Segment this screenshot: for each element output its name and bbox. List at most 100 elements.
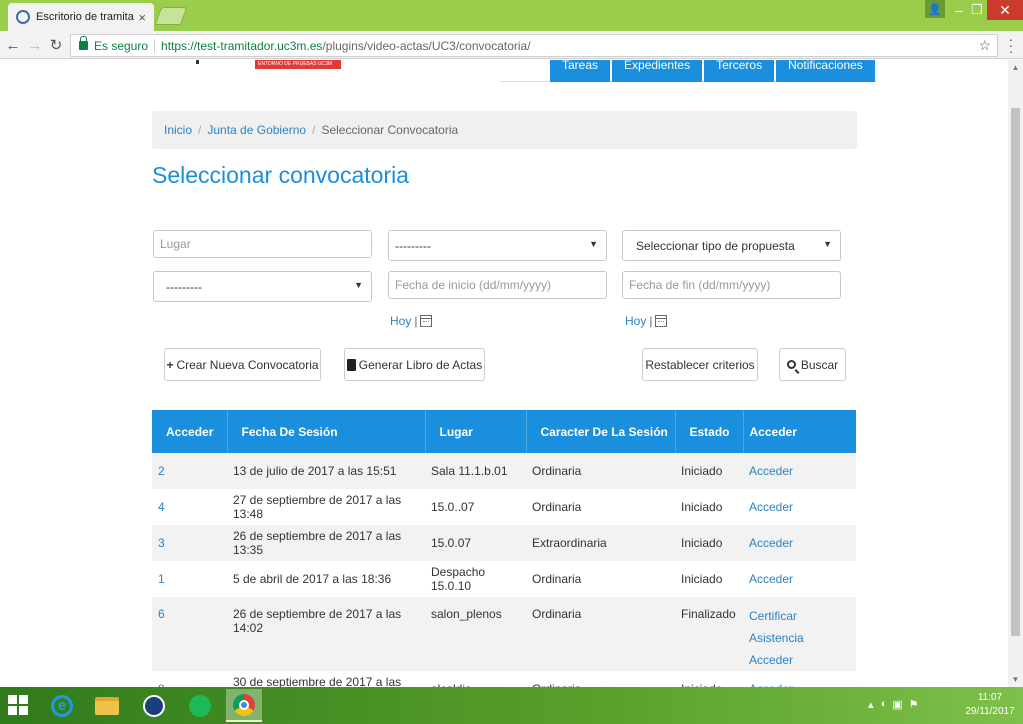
browser-tab[interactable]: Escritorio de tramitación × (8, 3, 154, 31)
select-2[interactable]: --------- ▼ (153, 271, 372, 302)
new-tab-button[interactable] (154, 7, 188, 25)
breadcrumb-inicio[interactable]: Inicio (164, 123, 192, 137)
row-id-link[interactable]: 8 (152, 671, 227, 687)
vertical-scrollbar[interactable]: ▲ ▼ (1008, 60, 1023, 687)
chevron-down-icon: ▼ (354, 280, 363, 290)
page-title: Seleccionar convocatoria (152, 162, 409, 188)
row-fecha: 13 de julio de 2017 a las 15:51 (227, 453, 425, 489)
calendar-icon[interactable] (420, 315, 433, 327)
fecha-fin-input[interactable] (629, 272, 840, 298)
secure-label: Es seguro (94, 38, 149, 53)
forward-arrow-icon[interactable]: → (26, 36, 44, 54)
row-fecha: 5 de abril de 2017 a las 18:36 (233, 572, 392, 586)
network-icon[interactable]: ▣ (892, 698, 902, 711)
restablecer-button[interactable]: Restablecer criterios (642, 348, 758, 381)
crear-convocatoria-button[interactable]: + Crear Nueva Convocatoria (164, 348, 321, 381)
table-row: 8 30 de septiembre de 2017 a las 17:41 a… (152, 671, 856, 687)
breadcrumb: Inicio / Junta de Gobierno / Seleccionar… (152, 111, 857, 149)
row-id-link[interactable]: 4 (152, 489, 227, 525)
address-bar[interactable]: Es seguro https://test-tramitador.uc3m.e… (70, 34, 998, 57)
tray-chevron-icon[interactable]: ▴ (868, 698, 874, 711)
url-host: https://test-tramitador.uc3m.es (161, 38, 323, 53)
row-acceder-link[interactable]: Acceder (743, 453, 856, 489)
nav-notificaciones[interactable]: Notificaciones (776, 60, 875, 82)
fecha-inicio-field[interactable] (388, 271, 607, 299)
nav-terceros[interactable]: Terceros (704, 60, 775, 82)
fecha-inicio-input[interactable] (395, 272, 606, 298)
taskbar-app[interactable] (136, 689, 172, 722)
row-actions: Certificar Asistencia Acceder (743, 597, 856, 671)
generar-libro-button[interactable]: Generar Libro de Actas (344, 348, 485, 381)
back-arrow-icon[interactable]: ← (4, 36, 22, 54)
row-id-link[interactable]: 2 (152, 453, 227, 489)
reload-icon[interactable]: ↻ (47, 36, 65, 54)
system-clock[interactable]: 11:07 29/11/2017 (960, 691, 1020, 719)
nav-tareas[interactable]: Tareas (550, 60, 611, 82)
row-id-link[interactable]: 3 (152, 525, 227, 561)
chevron-down-icon: ▼ (589, 239, 598, 249)
nav-tareas-label: Tareas (562, 60, 599, 72)
tab-title: Escritorio de tramitación (36, 11, 134, 23)
minimize-button[interactable]: – (950, 0, 968, 20)
column-header[interactable]: Estado (675, 410, 744, 453)
select-tipo-propuesta[interactable]: Seleccionar tipo de propuesta ▼ (622, 230, 841, 261)
taskbar-explorer[interactable] (89, 689, 125, 722)
taskbar-chrome[interactable] (226, 689, 262, 722)
maximize-button[interactable]: ❐ (968, 0, 986, 20)
plus-icon: + (166, 357, 174, 372)
restablecer-label: Restablecer criterios (645, 357, 755, 372)
nav-expedientes[interactable]: Expedientes (612, 60, 703, 82)
column-header[interactable]: Lugar (425, 410, 527, 453)
column-header[interactable]: Acceder (743, 410, 856, 453)
buscar-button[interactable]: Buscar (779, 348, 846, 381)
row-id-link[interactable]: 1 (152, 561, 227, 597)
browser-menu-icon[interactable]: · · · (1005, 32, 1017, 58)
book-icon (346, 358, 356, 371)
row-estado: Iniciado (675, 671, 743, 687)
row-caracter: Ordinaria (532, 572, 582, 586)
column-header[interactable]: Caracter De La Sesión (526, 410, 676, 453)
lugar-field[interactable] (153, 230, 372, 258)
notification-icon[interactable]: ⚑ (909, 698, 919, 711)
taskbar-ie[interactable]: e (44, 689, 80, 722)
scroll-down-arrow-icon[interactable]: ▼ (1008, 672, 1023, 687)
volume-icon[interactable]: ◖ (880, 698, 887, 711)
breadcrumb-junta[interactable]: Junta de Gobierno (207, 123, 306, 137)
column-header[interactable]: Acceder (152, 410, 228, 453)
select-tipo-value: Seleccionar tipo de propuesta (636, 238, 795, 253)
calendar-icon[interactable] (655, 315, 668, 327)
scroll-up-arrow-icon[interactable]: ▲ (1008, 60, 1023, 75)
scrollbar-thumb[interactable] (1011, 108, 1020, 636)
breadcrumb-separator: / (198, 123, 202, 137)
row-id-link[interactable]: 6 (152, 597, 227, 671)
table-row: 4 27 de septiembre de 2017 a las 13:48 1… (152, 489, 856, 525)
row-acceder-link[interactable]: Acceder (743, 671, 856, 687)
lock-icon (79, 36, 88, 50)
hoy-inicio-link[interactable]: Hoy (390, 314, 411, 328)
lugar-input[interactable] (160, 231, 371, 257)
windows-start-icon[interactable] (8, 695, 28, 715)
close-window-button[interactable]: ✕ (987, 0, 1023, 20)
row-estado: Iniciado (675, 453, 743, 489)
taskbar-spotify[interactable] (182, 689, 218, 722)
search-icon (786, 360, 796, 369)
hoy-fin-link[interactable]: Hoy (625, 314, 646, 328)
row-acceder-link[interactable]: Acceder (743, 489, 856, 525)
convocatorias-table: Acceder Fecha De Sesión Lugar Caracter D… (152, 410, 856, 687)
table-row: 2 13 de julio de 2017 a las 15:51 Sala 1… (152, 453, 856, 489)
column-header[interactable]: Fecha De Sesión (227, 410, 426, 453)
logo-fragment (196, 60, 199, 64)
certificar-asistencia-link[interactable]: Certificar Asistencia (749, 605, 850, 649)
tab-close-icon[interactable]: × (138, 10, 146, 25)
row-lugar: 15.0..07 (431, 500, 475, 514)
user-profile-icon[interactable]: 👤 (925, 0, 945, 18)
row-acceder-link[interactable]: Acceder (743, 561, 856, 597)
fecha-fin-field[interactable] (622, 271, 841, 299)
table-row: 6 26 de septiembre de 2017 a las 14:02 s… (152, 597, 856, 671)
bookmark-star-icon[interactable]: ☆ (978, 37, 991, 54)
row-acceder-link[interactable]: Acceder (749, 649, 850, 671)
row-acceder-link[interactable]: Acceder (743, 525, 856, 561)
select-1[interactable]: --------- ▼ (388, 230, 607, 261)
row-estado: Iniciado (675, 525, 743, 561)
top-navigation: Tareas Expedientes Terceros Notificacion… (500, 60, 877, 82)
